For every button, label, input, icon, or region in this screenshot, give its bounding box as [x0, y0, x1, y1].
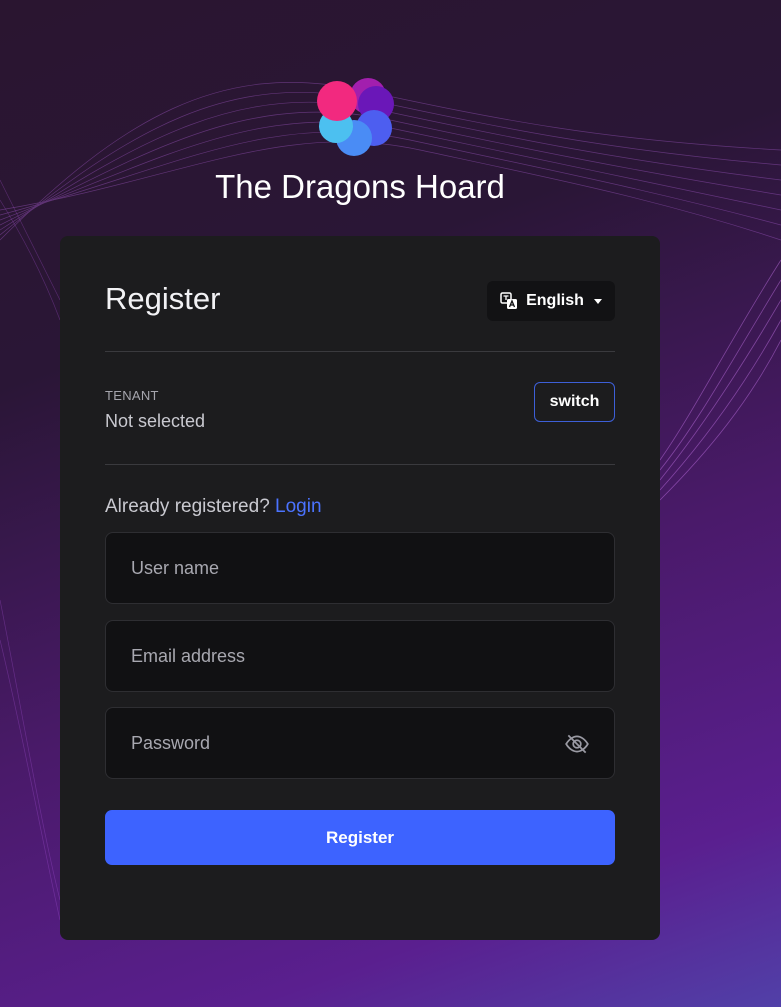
password-input[interactable] [106, 708, 614, 778]
username-field [105, 532, 615, 604]
email-input[interactable] [106, 621, 614, 691]
caret-down-icon [593, 298, 602, 304]
login-link[interactable]: Login [275, 496, 322, 517]
page-title: Register [105, 281, 221, 316]
tenant-value: Not selected [105, 411, 206, 431]
username-input[interactable] [106, 533, 614, 603]
tenant-label: TENANT [105, 388, 159, 403]
divider [105, 351, 615, 352]
email-field [105, 620, 615, 692]
eye-off-icon[interactable] [564, 731, 590, 757]
app-title: The Dragons Hoard [215, 168, 505, 205]
translate-icon [500, 292, 518, 309]
register-card: Register English TENANT Not selected swi… [60, 236, 660, 940]
login-prompt-text: Already registered? [105, 496, 270, 517]
switch-tenant-button[interactable]: switch [534, 382, 615, 422]
language-label: English [526, 292, 584, 309]
password-field [105, 707, 615, 779]
language-dropdown[interactable]: English [487, 281, 615, 321]
register-button[interactable]: Register [105, 810, 615, 865]
divider [105, 464, 615, 465]
app-logo-icon [317, 78, 394, 156]
login-prompt: Already registered? Login [105, 496, 322, 518]
